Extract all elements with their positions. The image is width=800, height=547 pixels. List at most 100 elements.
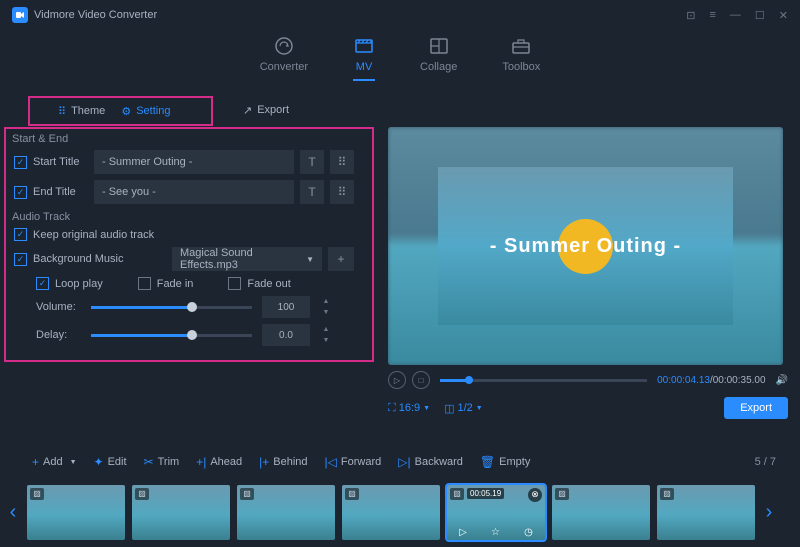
- play-button[interactable]: ▷: [388, 371, 406, 389]
- fadein-label: Fade in: [157, 278, 194, 290]
- collage-icon: [428, 35, 450, 57]
- maximize-icon[interactable]: ☐: [755, 9, 765, 22]
- edit-button[interactable]: ✦Edit: [86, 452, 135, 472]
- volume-icon[interactable]: 🔊: [776, 375, 788, 386]
- behind-icon: |+: [259, 455, 269, 469]
- filmstrip-next[interactable]: ›: [762, 501, 776, 524]
- end-title-text-button[interactable]: T: [300, 180, 324, 204]
- start-title-input[interactable]: [94, 150, 294, 174]
- volume-slider[interactable]: [91, 306, 252, 309]
- tab-converter[interactable]: Converter: [260, 35, 308, 81]
- theme-icon: ⠿: [58, 105, 66, 118]
- thumbnail-6[interactable]: ▨: [552, 485, 650, 540]
- subtab-export[interactable]: ↗Export: [243, 104, 289, 117]
- thumbnail-7[interactable]: ▨: [657, 485, 755, 540]
- end-title-checkbox[interactable]: ✓: [14, 186, 27, 199]
- thumb-duration: 00:05.19: [467, 488, 504, 499]
- settings-panel: Start & End ✓ Start Title T ⠿ ✓ End Titl…: [4, 127, 374, 362]
- gear-icon: ⚙: [121, 105, 131, 118]
- tab-collage[interactable]: Collage: [420, 35, 457, 81]
- tab-toolbox[interactable]: Toolbox: [502, 35, 540, 81]
- wand-icon: ✦: [94, 455, 104, 469]
- trim-button[interactable]: ✂Trim: [136, 452, 188, 472]
- backward-button[interactable]: ▷|Backward: [390, 452, 471, 472]
- delay-label: Delay:: [36, 329, 81, 341]
- loop-label: Loop play: [55, 278, 103, 290]
- thumb-clock-icon[interactable]: ◷: [524, 527, 533, 538]
- image-icon: ▨: [135, 488, 149, 500]
- ahead-button[interactable]: +|Ahead: [188, 452, 250, 472]
- thumb-star-icon[interactable]: ☆: [491, 527, 500, 538]
- menu-icon[interactable]: ≡: [709, 9, 715, 22]
- export-button[interactable]: Export: [724, 397, 788, 419]
- mv-icon: [353, 35, 375, 57]
- chevron-down-icon: ▼: [306, 255, 314, 264]
- empty-button[interactable]: 🗑Empty: [472, 452, 538, 472]
- app-title: Vidmore Video Converter: [34, 9, 157, 21]
- thumb-remove[interactable]: ⊗: [528, 488, 542, 502]
- add-button[interactable]: +Add ▼: [24, 452, 85, 472]
- image-icon: ▨: [240, 488, 254, 500]
- image-icon: ▨: [450, 488, 464, 500]
- thumbnail-3[interactable]: ▨: [237, 485, 335, 540]
- video-preview: - Summer Outing -: [388, 127, 783, 365]
- chevron-down-icon: ▼: [423, 405, 430, 412]
- volume-label: Volume:: [36, 301, 81, 313]
- subtab-setting[interactable]: ⚙Setting: [113, 100, 178, 123]
- feedback-icon[interactable]: ⊡: [686, 9, 695, 22]
- preview-title-text: - Summer Outing -: [490, 235, 681, 258]
- minimize-icon[interactable]: —: [730, 9, 741, 22]
- volume-down[interactable]: ▼: [320, 309, 332, 316]
- clip-counter: 5 / 7: [755, 456, 776, 468]
- aspect-icon: ⛶: [388, 402, 396, 415]
- subtab-theme[interactable]: ⠿Theme: [50, 100, 113, 123]
- thumbnail-5[interactable]: ▨ 00:05.19 ⊗ ▷ ☆ ◷: [447, 485, 545, 540]
- volume-up[interactable]: ▲: [320, 298, 332, 305]
- thumb-play-icon[interactable]: ▷: [459, 527, 467, 538]
- progress-bar[interactable]: [440, 379, 647, 382]
- split-icon: ◫: [444, 402, 454, 415]
- fadeout-label: Fade out: [247, 278, 290, 290]
- fadeout-checkbox[interactable]: [228, 277, 241, 290]
- time-display: 00:00:04.13/00:00:35.00: [657, 375, 765, 386]
- bg-music-select[interactable]: Magical Sound Effects.mp3▼: [172, 247, 322, 271]
- fadein-checkbox[interactable]: [138, 277, 151, 290]
- start-title-text-button[interactable]: T: [300, 150, 324, 174]
- close-icon[interactable]: ✕: [779, 9, 788, 22]
- end-title-grid-button[interactable]: ⠿: [330, 180, 354, 204]
- start-end-header: Start & End: [6, 129, 362, 147]
- keep-original-label: Keep original audio track: [33, 229, 154, 241]
- forward-button[interactable]: |◁Forward: [317, 452, 390, 472]
- delay-slider[interactable]: [91, 334, 252, 337]
- volume-value[interactable]: 100: [262, 296, 310, 318]
- thumbnail-1[interactable]: ▨: [27, 485, 125, 540]
- start-title-checkbox[interactable]: ✓: [14, 156, 27, 169]
- start-title-label: Start Title: [33, 156, 88, 168]
- page-ratio-select[interactable]: ◫1/2▼: [444, 402, 483, 415]
- export-icon: ↗: [243, 104, 252, 117]
- keep-original-checkbox[interactable]: ✓: [14, 228, 27, 241]
- behind-button[interactable]: |+Behind: [251, 452, 315, 472]
- tab-mv[interactable]: MV: [353, 35, 375, 81]
- end-title-input[interactable]: [94, 180, 294, 204]
- image-icon: ▨: [555, 488, 569, 500]
- backward-icon: ▷|: [398, 455, 410, 469]
- plus-icon: +: [32, 455, 39, 469]
- delay-value[interactable]: 0.0: [262, 324, 310, 346]
- add-music-button[interactable]: +: [328, 247, 354, 271]
- chevron-down-icon: ▼: [476, 405, 483, 412]
- bg-music-checkbox[interactable]: ✓: [14, 253, 27, 266]
- toolbox-icon: [510, 35, 532, 57]
- ahead-icon: +|: [196, 455, 206, 469]
- thumbnail-4[interactable]: ▨: [342, 485, 440, 540]
- bg-music-label: Background Music: [33, 253, 166, 265]
- delay-down[interactable]: ▼: [320, 337, 332, 344]
- thumbnail-2[interactable]: ▨: [132, 485, 230, 540]
- stop-button[interactable]: □: [412, 371, 430, 389]
- image-icon: ▨: [30, 488, 44, 500]
- loop-checkbox[interactable]: ✓: [36, 277, 49, 290]
- start-title-grid-button[interactable]: ⠿: [330, 150, 354, 174]
- filmstrip-prev[interactable]: ‹: [6, 501, 20, 524]
- delay-up[interactable]: ▲: [320, 326, 332, 333]
- aspect-ratio-select[interactable]: ⛶16:9▼: [388, 402, 430, 415]
